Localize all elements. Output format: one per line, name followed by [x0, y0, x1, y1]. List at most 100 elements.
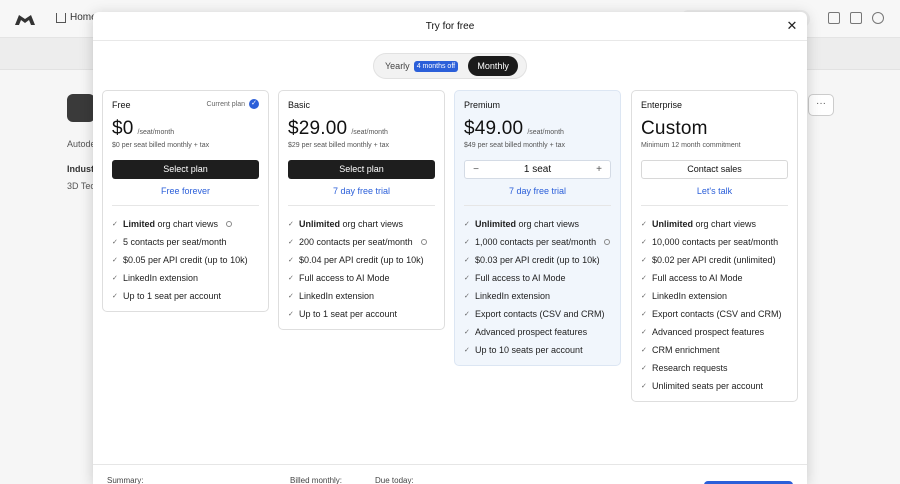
info-icon[interactable] [420, 239, 427, 245]
plus-icon[interactable]: + [594, 164, 604, 175]
feature-item: ✓ Export contacts (CSV and CRM) [464, 309, 605, 319]
pricing-modal: Try for free ✕ Yearly 4 months off Month… [93, 12, 807, 484]
home-icon [56, 12, 66, 23]
feature-item: ✓ Up to 1 seat per account [112, 291, 222, 301]
check-icon: ✓ [641, 311, 647, 318]
divider [288, 205, 435, 206]
plan-name: Basic [288, 100, 311, 110]
home-nav-link[interactable]: Home [56, 12, 97, 23]
feature-item: ✓ Full access to AI Mode [464, 273, 566, 283]
feature-item: ✓ Unlimited org chart views [288, 219, 404, 229]
feature-item: ✓ CRM enrichment [641, 345, 720, 355]
select-plan-button[interactable]: Select plan [112, 160, 259, 179]
plan-price: $29.00 [288, 118, 348, 139]
plan-card-premium: Premium $49.00 /seat/month $49 per seat … [454, 90, 621, 366]
plan-price: Custom [641, 118, 708, 139]
check-icon: ✓ [112, 275, 118, 282]
contact-sales-button[interactable]: Contact sales [641, 160, 788, 179]
divider [112, 205, 259, 206]
settings-icon[interactable] [872, 12, 884, 24]
modal-title: Try for free [425, 21, 475, 32]
more-options-button[interactable]: ··· [808, 94, 834, 116]
check-icon: ✓ [112, 221, 118, 228]
plan-price: $49.00 [464, 118, 524, 139]
feature-item: ✓ Full access to AI Mode [641, 273, 743, 283]
feature-item: ✓ LinkedIn extension [288, 291, 375, 301]
feature-item: ✓ Unlimited seats per account [641, 381, 764, 391]
plan-name: Premium [464, 100, 501, 110]
check-icon: ✓ [464, 221, 470, 228]
feature-item: ✓ Limited org chart views [112, 215, 259, 233]
divider [464, 205, 611, 206]
check-icon: ✓ [641, 329, 647, 336]
feature-item: ✓ $0.02 per API credit (unlimited) [641, 255, 776, 265]
seat-count: 1 seat [523, 164, 552, 175]
feature-item: ✓ $0.03 per API credit (up to 10k) [464, 255, 600, 265]
current-plan-indicator: Current plan ✓ [206, 99, 259, 109]
bell-icon[interactable] [828, 12, 840, 24]
discount-badge: 4 months off [413, 60, 459, 72]
price-note: $49 per seat billed monthly + tax [464, 142, 565, 149]
check-icon: ✓ [641, 239, 647, 246]
check-icon: ✓ [288, 239, 294, 246]
select-plan-button[interactable]: Select plan [288, 160, 435, 179]
feature-item: ✓ 200 contacts per seat/month [288, 233, 435, 251]
due-today-label: Due today: [375, 476, 414, 484]
check-icon: ✓ [288, 257, 294, 264]
company-name-partial: Autode [67, 139, 96, 149]
toggle-yearly[interactable]: Yearly 4 months off [376, 56, 466, 76]
price-note: $29 per seat billed monthly + tax [288, 142, 389, 149]
feature-item: ✓ 1,000 contacts per seat/month [464, 233, 611, 251]
summary-bar: Summary: Billed monthly: Due today: [93, 464, 807, 484]
check-icon: ✓ [288, 293, 294, 300]
industry-label-partial: Indust [67, 164, 94, 174]
feature-item: ✓ LinkedIn extension [112, 273, 199, 283]
check-icon: ✓ [641, 293, 647, 300]
free-trial-link[interactable]: 7 day free trial [288, 186, 435, 198]
plan-card-basic: Basic $29.00 /seat/month $29 per seat bi… [278, 90, 445, 330]
check-icon: ✓ [464, 257, 470, 264]
info-icon[interactable] [226, 221, 233, 227]
info-icon[interactable] [604, 239, 611, 245]
price-note: $0 per seat billed monthly + tax [112, 142, 210, 149]
check-icon: ✓ [288, 311, 294, 318]
plan-price: $0 [112, 118, 134, 139]
billed-monthly-label: Billed monthly: [290, 476, 343, 484]
check-icon: ✓ [641, 347, 647, 354]
lets-talk-link[interactable]: Let's talk [641, 186, 788, 198]
modal-header: Try for free ✕ [93, 12, 807, 41]
feature-item: ✓ $0.04 per API credit (up to 10k) [288, 255, 424, 265]
check-icon: ✓ [641, 383, 647, 390]
feature-item: ✓ Advanced prospect features [464, 327, 588, 337]
check-icon: ✓ [464, 347, 470, 354]
contacts-icon[interactable] [850, 12, 862, 24]
minus-icon[interactable]: − [471, 164, 481, 175]
feature-item: ✓ $0.05 per API credit (up to 10k) [112, 255, 248, 265]
feature-item: ✓ Up to 1 seat per account [288, 309, 398, 319]
check-icon: ✓ [464, 293, 470, 300]
price-unit: /seat/month [527, 129, 564, 136]
divider [641, 205, 788, 206]
feature-item: ✓ Unlimited org chart views [641, 219, 757, 229]
free-trial-link[interactable]: 7 day free trial [464, 186, 611, 198]
check-icon: ✓ [112, 293, 118, 300]
price-unit: /seat/month [351, 129, 388, 136]
check-icon: ✓ [464, 275, 470, 282]
feature-item: ✓ Full access to AI Mode [288, 273, 390, 283]
free-forever-link[interactable]: Free forever [112, 186, 259, 198]
feature-item: ✓ 5 contacts per seat/month [112, 237, 227, 247]
check-icon: ✓ [112, 239, 118, 246]
plan-card-free: Free Current plan ✓ $0 /seat/month $0 pe… [102, 90, 269, 312]
industry-value-partial: 3D Tec [67, 181, 95, 191]
feature-item: ✓ Unlimited org chart views [464, 219, 580, 229]
check-icon: ✓ [641, 221, 647, 228]
yearly-label: Yearly [385, 61, 410, 71]
toggle-monthly[interactable]: Monthly [468, 56, 519, 76]
feature-item: ✓ LinkedIn extension [464, 291, 551, 301]
close-icon[interactable]: ✕ [785, 19, 799, 33]
summary-label: Summary: [107, 476, 144, 484]
plan-card-enterprise: Enterprise Custom Minimum 12 month commi… [631, 90, 798, 402]
feature-item: ✓ Research requests [641, 363, 728, 373]
app-logo-icon[interactable] [14, 10, 36, 26]
billing-toggle: Yearly 4 months off Monthly [373, 53, 527, 79]
